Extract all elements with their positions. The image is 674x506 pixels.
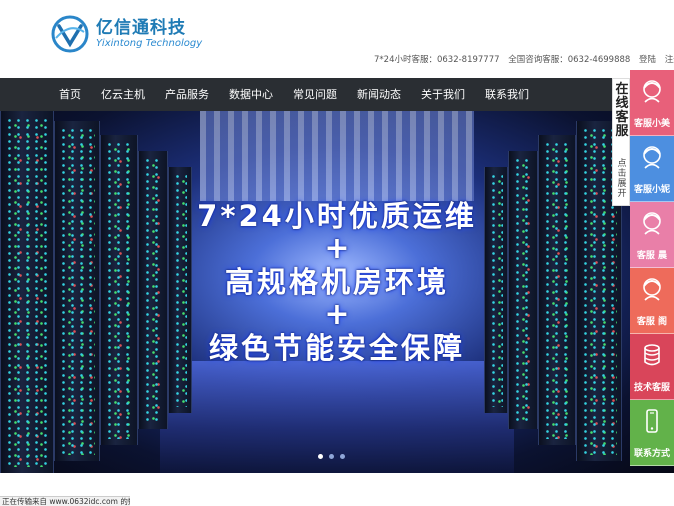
site-header: 亿信通科技 Yixintong Technology 7*24小时客服：0632… — [0, 0, 674, 78]
database-icon — [644, 344, 660, 366]
nav-item-news[interactable]: 新闻动态 — [357, 78, 401, 111]
contact-info-label: 联系方式 — [633, 449, 670, 459]
carousel-dot[interactable] — [329, 454, 334, 459]
main-nav: 首页 亿云主机 产品服务 数据中心 常见问题 新闻动态 关于我们 联系我们 — [0, 78, 674, 111]
banner-ceiling-lights — [200, 111, 474, 201]
nav-item-cloud-host[interactable]: 亿云主机 — [101, 78, 145, 111]
register-link[interactable]: 注册 — [665, 55, 674, 65]
online-service-expand: 点击展开 — [617, 159, 627, 199]
headline-plus-2: + — [324, 297, 350, 332]
logo-english-name: Yixintong Technology — [96, 38, 203, 49]
site-logo[interactable]: 亿信通科技 Yixintong Technology — [50, 14, 202, 54]
tech-support-label: 技术客服 — [633, 383, 670, 393]
female-agent-icon — [643, 212, 661, 235]
service-agent-item[interactable]: 客服 阁 — [630, 268, 674, 334]
service-agent-label: 客服小美 — [633, 119, 670, 129]
service-agent-label: 客服 晨 — [636, 251, 668, 261]
browser-status-bar: 正在传输来自 www.0632idc.com 的数据... — [0, 496, 130, 506]
carousel-dot[interactable] — [340, 454, 345, 459]
hotline-text: 7*24小时客服：0632-8197777 — [374, 55, 500, 65]
service-agent-item[interactable]: 客服小美 — [630, 70, 674, 136]
nav-item-contact[interactable]: 联系我们 — [485, 78, 529, 111]
female-agent-icon — [643, 278, 661, 301]
carousel-dots — [318, 454, 351, 459]
customer-service-panel: 客服小美 客服小妮 客服 晨 客服 阁 技术客服 联系方式 — [630, 70, 674, 466]
carousel-dot[interactable] — [318, 454, 323, 459]
logo-swirl-icon — [51, 15, 89, 53]
online-service-title: 在线客服 — [615, 82, 629, 139]
service-agent-label: 客服 阁 — [636, 317, 668, 327]
phone-icon — [646, 409, 658, 433]
banner-headline: 7*24小时优质运维 + 高规格机房环境 + 绿色节能安全保障 — [0, 197, 674, 367]
nav-item-about[interactable]: 关于我们 — [421, 78, 465, 111]
headline-plus-1: + — [324, 231, 350, 266]
login-link[interactable]: 登陆 — [639, 55, 656, 65]
headline-line-1: 7*24小时优质运维 — [197, 199, 477, 233]
hero-banner[interactable]: 7*24小时优质运维 + 高规格机房环境 + 绿色节能安全保障 — [0, 111, 674, 473]
contact-info-item[interactable]: 联系方式 — [630, 400, 674, 466]
nav-item-products[interactable]: 产品服务 — [165, 78, 209, 111]
nav-item-datacenter[interactable]: 数据中心 — [229, 78, 273, 111]
tech-support-item[interactable]: 技术客服 — [630, 334, 674, 400]
service-agent-item[interactable]: 客服小妮 — [630, 136, 674, 202]
online-service-toggle[interactable]: 在线客服 点击展开 — [612, 78, 630, 206]
service-agent-item[interactable]: 客服 晨 — [630, 202, 674, 268]
headline-line-3: 绿色节能安全保障 — [208, 331, 465, 365]
nav-item-home[interactable]: 首页 — [59, 78, 81, 111]
female-agent-icon — [643, 80, 661, 103]
consult-text: 全国咨询客服：0632-4699888 — [508, 55, 631, 65]
nav-item-faq[interactable]: 常见问题 — [293, 78, 337, 111]
service-agent-label: 客服小妮 — [633, 185, 670, 195]
headline-line-2: 高规格机房环境 — [224, 265, 449, 299]
female-agent-icon — [643, 146, 661, 169]
contact-bar: 7*24小时客服：0632-8197777 全国咨询客服：0632-469988… — [374, 53, 674, 65]
logo-chinese-name: 亿信通科技 — [96, 18, 186, 38]
